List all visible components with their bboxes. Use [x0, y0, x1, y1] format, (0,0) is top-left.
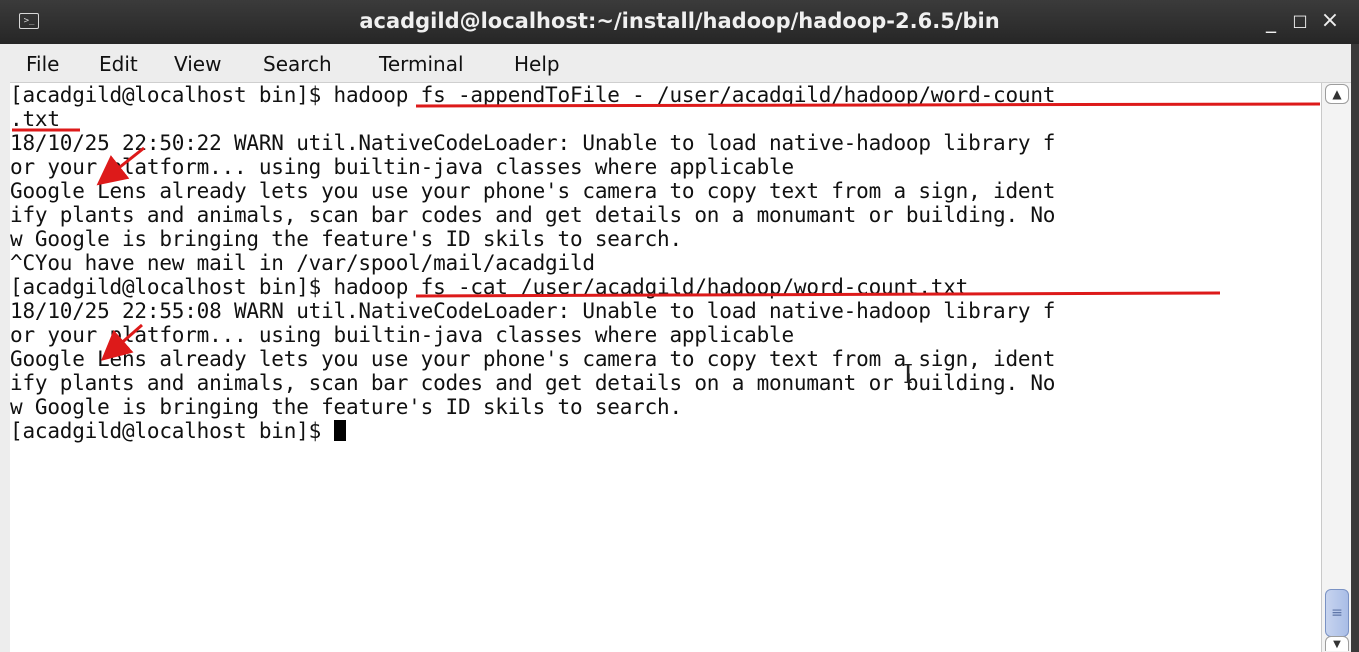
terminal-prompt-line: [acadgild@localhost bin]$ — [10, 419, 346, 443]
terminal-line: .txt — [10, 107, 60, 131]
terminal-line: ^CYou have new mail in /var/spool/mail/a… — [10, 251, 595, 275]
terminal-line: or your platform... using builtin-java c… — [10, 155, 794, 179]
close-button[interactable]: × — [1318, 9, 1342, 33]
desktop-background-edge — [1351, 44, 1359, 652]
vertical-scrollbar[interactable]: ▲ ≡ ▼ — [1321, 83, 1352, 652]
menu-help[interactable]: Help — [514, 52, 560, 76]
terminal-line: ify plants and animals, scan bar codes a… — [10, 371, 1056, 395]
scrollbar-thumb[interactable]: ≡ — [1325, 589, 1349, 637]
terminal-line: Google Lens already lets you use your ph… — [10, 347, 1056, 371]
terminal-output[interactable]: [acadgild@localhost bin]$ hadoop fs -app… — [10, 83, 1321, 652]
maximize-button[interactable]: □ — [1288, 9, 1312, 33]
chevron-down-icon[interactable]: ▼ — [1325, 636, 1349, 651]
terminal-line: [acadgild@localhost bin]$ hadoop fs -cat… — [10, 275, 969, 299]
minimize-button[interactable]: _ — [1259, 9, 1283, 33]
terminal-line: or your platform... using builtin-java c… — [10, 323, 794, 347]
terminal-line: 18/10/25 22:50:22 WARN util.NativeCodeLo… — [10, 131, 1056, 155]
window-title: acadgild@localhost:~/install/hadoop/hado… — [359, 9, 1000, 33]
menu-terminal[interactable]: Terminal — [379, 52, 464, 76]
menu-file[interactable]: File — [26, 52, 59, 76]
window-border — [0, 44, 10, 652]
terminal-line: ify plants and animals, scan bar codes a… — [10, 203, 1056, 227]
title-bar[interactable]: >_ acadgild@localhost:~/install/hadoop/h… — [0, 0, 1359, 44]
terminal-line: 18/10/25 22:55:08 WARN util.NativeCodeLo… — [10, 299, 1056, 323]
terminal-line: w Google is bringing the feature's ID sk… — [10, 227, 682, 251]
chevron-up-icon[interactable]: ▲ — [1325, 84, 1349, 104]
menu-edit[interactable]: Edit — [99, 52, 138, 76]
menu-bar: File Edit View Search Terminal Help — [0, 44, 1359, 83]
terminal-prompt: [acadgild@localhost bin]$ — [10, 419, 334, 443]
text-cursor — [333, 420, 346, 441]
terminal-line: Google Lens already lets you use your ph… — [10, 179, 1056, 203]
menu-search[interactable]: Search — [263, 52, 332, 76]
terminal-line: [acadgild@localhost bin]$ hadoop fs -app… — [10, 83, 1056, 107]
ibeam-cursor-icon: I — [903, 360, 914, 390]
terminal-window: >_ acadgild@localhost:~/install/hadoop/h… — [0, 0, 1359, 652]
menu-view[interactable]: View — [174, 52, 221, 76]
terminal-line: w Google is bringing the feature's ID sk… — [10, 395, 682, 419]
